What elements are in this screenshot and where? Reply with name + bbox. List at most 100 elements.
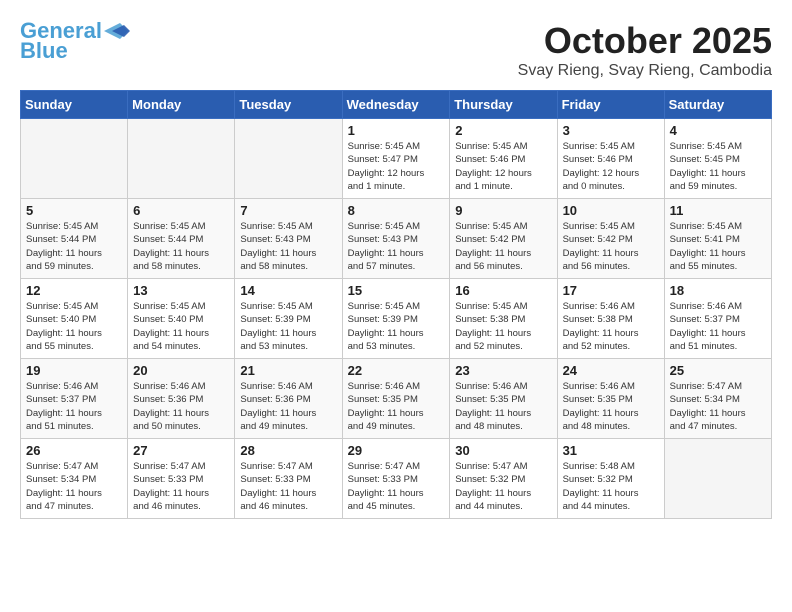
weekday-header-wednesday: Wednesday [342,91,450,119]
day-number: 15 [348,283,445,298]
day-number: 3 [563,123,659,138]
day-info: Sunrise: 5:45 AM Sunset: 5:46 PM Dayligh… [563,140,659,193]
day-number: 14 [240,283,336,298]
calendar-day: 29 Sunrise: 5:47 AM Sunset: 5:33 PM Dayli… [342,439,450,519]
weekday-header-thursday: Thursday [450,91,557,119]
calendar-table: SundayMondayTuesdayWednesdayThursdayFrid… [20,90,772,519]
day-number: 24 [563,363,659,378]
day-number: 6 [133,203,229,218]
calendar-day: 26Sunrise: 5:47 AM Sunset: 5:34 PM Dayli… [21,439,128,519]
day-number: 9 [455,203,551,218]
calendar-day: 28 Sunrise: 5:47 AM Sunset: 5:33 PM Dayli… [235,439,342,519]
calendar-day: 27 Sunrise: 5:47 AM Sunset: 5:33 PM Dayli… [128,439,235,519]
day-number: 19 [26,363,122,378]
day-number: 18 [670,283,766,298]
day-number: 5 [26,203,122,218]
day-number: 12 [26,283,122,298]
day-info: Sunrise: 5:47 AM Sunset: 5:34 PM Dayligh… [670,380,766,433]
day-number: 2 [455,123,551,138]
day-info: Sunrise: 5:46 AM Sunset: 5:37 PM Dayligh… [26,380,122,433]
logo-arrow-icon [102,21,130,41]
day-number: 8 [348,203,445,218]
calendar-day [664,439,771,519]
calendar-week-1: 1 Sunrise: 5:45 AM Sunset: 5:47 PM Daylig… [21,119,772,199]
calendar-day: 5Sunrise: 5:45 AM Sunset: 5:44 PM Daylig… [21,199,128,279]
day-number: 23 [455,363,551,378]
calendar-day: 22 Sunrise: 5:46 AM Sunset: 5:35 PM Dayli… [342,359,450,439]
day-info: Sunrise: 5:46 AM Sunset: 5:37 PM Dayligh… [670,300,766,353]
title-block: October 2025 Svay Rieng, Svay Rieng, Cam… [518,20,772,80]
calendar-day: 18 Sunrise: 5:46 AM Sunset: 5:37 PM Dayli… [664,279,771,359]
calendar-day: 30Sunrise: 5:47 AM Sunset: 5:32 PM Dayli… [450,439,557,519]
day-info: Sunrise: 5:47 AM Sunset: 5:33 PM Dayligh… [348,460,445,513]
day-info: Sunrise: 5:45 AM Sunset: 5:39 PM Dayligh… [348,300,445,353]
calendar-day: 17 Sunrise: 5:46 AM Sunset: 5:38 PM Dayli… [557,279,664,359]
location-subtitle: Svay Rieng, Svay Rieng, Cambodia [518,62,772,80]
calendar-day: 23 Sunrise: 5:46 AM Sunset: 5:35 PM Dayli… [450,359,557,439]
day-info: Sunrise: 5:46 AM Sunset: 5:38 PM Dayligh… [563,300,659,353]
calendar-day: 8Sunrise: 5:45 AM Sunset: 5:43 PM Daylig… [342,199,450,279]
logo: General Blue [20,20,130,64]
day-info: Sunrise: 5:45 AM Sunset: 5:42 PM Dayligh… [563,220,659,273]
calendar-day: 14 Sunrise: 5:45 AM Sunset: 5:39 PM Dayli… [235,279,342,359]
day-info: Sunrise: 5:45 AM Sunset: 5:38 PM Dayligh… [455,300,551,353]
calendar-week-2: 5Sunrise: 5:45 AM Sunset: 5:44 PM Daylig… [21,199,772,279]
calendar-day: 1 Sunrise: 5:45 AM Sunset: 5:47 PM Daylig… [342,119,450,199]
day-number: 25 [670,363,766,378]
calendar-day: 21Sunrise: 5:46 AM Sunset: 5:36 PM Dayli… [235,359,342,439]
calendar-day [21,119,128,199]
day-info: Sunrise: 5:45 AM Sunset: 5:46 PM Dayligh… [455,140,551,193]
calendar-day: 10 Sunrise: 5:45 AM Sunset: 5:42 PM Dayli… [557,199,664,279]
day-info: Sunrise: 5:47 AM Sunset: 5:33 PM Dayligh… [133,460,229,513]
day-info: Sunrise: 5:48 AM Sunset: 5:32 PM Dayligh… [563,460,659,513]
weekday-header-saturday: Saturday [664,91,771,119]
month-title: October 2025 [518,20,772,62]
day-number: 28 [240,443,336,458]
day-number: 29 [348,443,445,458]
day-number: 10 [563,203,659,218]
calendar-week-4: 19 Sunrise: 5:46 AM Sunset: 5:37 PM Dayli… [21,359,772,439]
calendar-week-3: 12 Sunrise: 5:45 AM Sunset: 5:40 PM Dayli… [21,279,772,359]
logo-blue-text: Blue [20,38,68,64]
day-info: Sunrise: 5:45 AM Sunset: 5:43 PM Dayligh… [240,220,336,273]
day-number: 30 [455,443,551,458]
day-info: Sunrise: 5:46 AM Sunset: 5:35 PM Dayligh… [348,380,445,433]
page-header: General Blue October 2025 Svay Rieng, Sv… [20,20,772,80]
day-number: 1 [348,123,445,138]
weekday-header-sunday: Sunday [21,91,128,119]
day-info: Sunrise: 5:47 AM Sunset: 5:33 PM Dayligh… [240,460,336,513]
weekday-header-row: SundayMondayTuesdayWednesdayThursdayFrid… [21,91,772,119]
calendar-day: 11 Sunrise: 5:45 AM Sunset: 5:41 PM Dayli… [664,199,771,279]
weekday-header-tuesday: Tuesday [235,91,342,119]
calendar-day: 15 Sunrise: 5:45 AM Sunset: 5:39 PM Dayli… [342,279,450,359]
calendar-day: 13Sunrise: 5:45 AM Sunset: 5:40 PM Dayli… [128,279,235,359]
day-number: 20 [133,363,229,378]
day-number: 22 [348,363,445,378]
calendar-day: 12 Sunrise: 5:45 AM Sunset: 5:40 PM Dayli… [21,279,128,359]
day-info: Sunrise: 5:46 AM Sunset: 5:36 PM Dayligh… [133,380,229,433]
day-info: Sunrise: 5:45 AM Sunset: 5:47 PM Dayligh… [348,140,445,193]
day-info: Sunrise: 5:46 AM Sunset: 5:36 PM Dayligh… [240,380,336,433]
calendar-day: 31Sunrise: 5:48 AM Sunset: 5:32 PM Dayli… [557,439,664,519]
calendar-day: 20 Sunrise: 5:46 AM Sunset: 5:36 PM Dayli… [128,359,235,439]
day-info: Sunrise: 5:45 AM Sunset: 5:41 PM Dayligh… [670,220,766,273]
day-number: 27 [133,443,229,458]
day-number: 11 [670,203,766,218]
day-info: Sunrise: 5:46 AM Sunset: 5:35 PM Dayligh… [455,380,551,433]
weekday-header-monday: Monday [128,91,235,119]
calendar-day: 9 Sunrise: 5:45 AM Sunset: 5:42 PM Daylig… [450,199,557,279]
calendar-day: 3 Sunrise: 5:45 AM Sunset: 5:46 PM Daylig… [557,119,664,199]
day-info: Sunrise: 5:45 AM Sunset: 5:40 PM Dayligh… [26,300,122,353]
calendar-day: 24Sunrise: 5:46 AM Sunset: 5:35 PM Dayli… [557,359,664,439]
day-info: Sunrise: 5:45 AM Sunset: 5:39 PM Dayligh… [240,300,336,353]
day-info: Sunrise: 5:45 AM Sunset: 5:45 PM Dayligh… [670,140,766,193]
day-number: 17 [563,283,659,298]
day-info: Sunrise: 5:45 AM Sunset: 5:42 PM Dayligh… [455,220,551,273]
day-info: Sunrise: 5:45 AM Sunset: 5:40 PM Dayligh… [133,300,229,353]
calendar-day [128,119,235,199]
day-number: 4 [670,123,766,138]
day-number: 16 [455,283,551,298]
calendar-body: 1 Sunrise: 5:45 AM Sunset: 5:47 PM Daylig… [21,119,772,519]
calendar-day: 25 Sunrise: 5:47 AM Sunset: 5:34 PM Dayli… [664,359,771,439]
day-info: Sunrise: 5:47 AM Sunset: 5:34 PM Dayligh… [26,460,122,513]
